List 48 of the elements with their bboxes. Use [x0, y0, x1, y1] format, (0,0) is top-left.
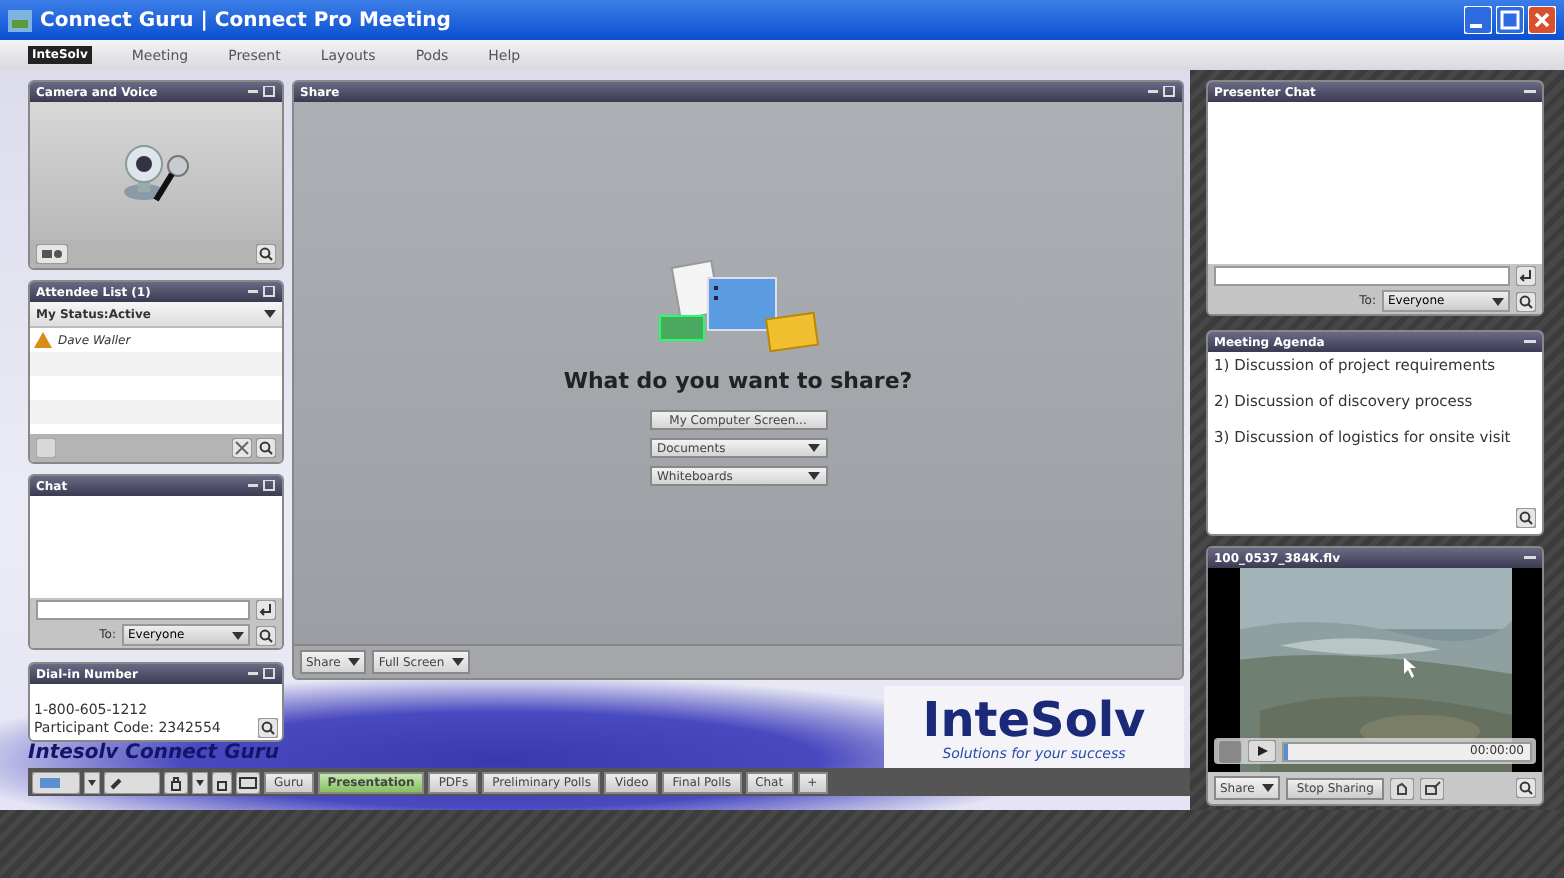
window-title: Connect Guru | Connect Pro Meeting [40, 9, 451, 31]
app-icon [8, 9, 32, 31]
caret-icon [807, 472, 819, 480]
minimize-icon[interactable] [1524, 554, 1536, 562]
pod-controls-icon[interactable] [248, 286, 276, 298]
message-field[interactable] [36, 600, 250, 620]
camera-voice-toggle-icon[interactable] [36, 244, 68, 264]
host-icon [34, 332, 52, 348]
pod-controls-icon[interactable] [248, 86, 276, 98]
zoom-icon[interactable] [256, 244, 276, 264]
expand-icon[interactable] [232, 438, 252, 458]
pod-controls-icon[interactable] [248, 668, 276, 680]
export-icon[interactable] [1419, 777, 1444, 799]
brand-caption: Intesolv Connect Guru [28, 742, 279, 764]
logo-text: InteSolv [922, 694, 1146, 746]
send-icon[interactable] [256, 600, 276, 620]
zoom-icon[interactable] [258, 718, 278, 738]
caret-icon[interactable] [192, 771, 208, 793]
zoom-icon[interactable] [256, 438, 276, 458]
play-icon[interactable] [1248, 740, 1276, 762]
maximize-icon[interactable] [1496, 6, 1524, 34]
wrench-icon[interactable] [104, 771, 160, 793]
layout-icon[interactable] [32, 771, 80, 793]
share-prompt: What do you want to share? [563, 368, 913, 394]
send-icon[interactable] [1516, 266, 1536, 286]
caret-icon [264, 310, 276, 318]
pod-controls-icon[interactable] [248, 480, 276, 492]
lock-icon[interactable] [212, 771, 232, 793]
caret-icon [348, 658, 361, 666]
zoom-icon[interactable] [1516, 778, 1536, 798]
minimize-icon[interactable] [1464, 6, 1492, 34]
caret-icon[interactable] [84, 771, 100, 793]
caret-icon [232, 631, 244, 639]
caret-icon [452, 658, 465, 666]
zoom-icon[interactable] [1516, 508, 1536, 528]
lock-icon[interactable] [164, 771, 188, 793]
layout-icon[interactable] [236, 771, 260, 793]
message-field[interactable] [1214, 266, 1510, 286]
zoom-icon[interactable] [1516, 291, 1536, 311]
share-content-icon [656, 260, 820, 356]
caret-icon [1492, 297, 1504, 305]
minimize-icon[interactable] [1524, 88, 1536, 96]
close-icon[interactable] [1528, 6, 1556, 34]
zoom-icon[interactable] [256, 625, 276, 645]
caret-icon [807, 444, 819, 452]
minimize-icon[interactable] [1524, 338, 1536, 346]
caret-icon [1262, 784, 1275, 792]
pod-controls-icon[interactable] [1148, 86, 1176, 98]
